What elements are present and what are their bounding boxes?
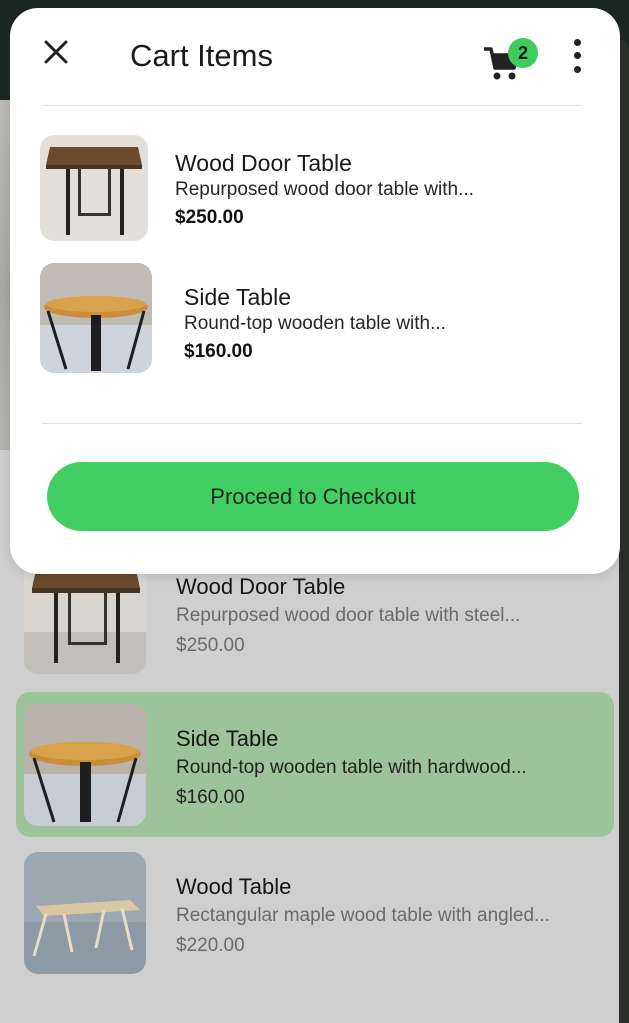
product-text: Wood Table Rectangular maple wood table … — [176, 873, 606, 961]
product-title: Wood Table — [176, 874, 292, 899]
more-vertical-icon — [573, 39, 581, 47]
product-row-wood-table[interactable]: Wood Table Rectangular maple wood table … — [16, 840, 614, 985]
product-text: Wood Door Table Repurposed wood door tab… — [176, 573, 606, 661]
product-row-side-table[interactable]: Side Table Round-top wooden table with h… — [16, 692, 614, 837]
product-title: Side Table — [176, 726, 279, 751]
cart-item-price: $250.00 — [175, 207, 244, 228]
cart-item-text: Side Table Round-top wooden table with..… — [184, 283, 584, 367]
dialog-title: Cart Items — [130, 38, 273, 73]
more-options-button[interactable] — [565, 36, 589, 76]
product-text: Side Table Round-top wooden table with h… — [176, 725, 606, 813]
proceed-to-checkout-button[interactable]: Proceed to Checkout — [47, 462, 579, 531]
divider — [42, 105, 582, 106]
more-vertical-icon-dot — [573, 52, 581, 60]
cart-item-thumbnail — [40, 135, 148, 241]
cart-item-title: Side Table — [184, 284, 291, 310]
product-title: Wood Door Table — [176, 574, 346, 599]
close-icon — [43, 39, 69, 70]
product-description: Round-top wooden table with hardwood... — [176, 757, 527, 778]
device-edge — [619, 40, 629, 1023]
product-price: $220.00 — [176, 935, 245, 956]
cart-count-badge: 2 — [508, 38, 538, 68]
cart-items-dialog: Cart Items 2 Wood Door Table Repurposed … — [10, 8, 620, 574]
cart-button[interactable]: 2 — [482, 34, 544, 86]
cart-item-description: Round-top wooden table with... — [184, 313, 446, 334]
product-price: $250.00 — [176, 635, 245, 656]
cart-item-thumbnail — [40, 263, 152, 373]
cart-item[interactable]: Wood Door Table Repurposed wood door tab… — [40, 135, 600, 245]
cart-item-description: Repurposed wood door table with... — [175, 179, 474, 200]
product-thumbnail — [24, 852, 146, 974]
product-description: Rectangular maple wood table with angled… — [176, 905, 550, 926]
close-button[interactable] — [38, 36, 74, 72]
more-vertical-icon-dot — [573, 65, 581, 73]
cart-item-text: Wood Door Table Repurposed wood door tab… — [175, 149, 575, 233]
product-thumbnail — [24, 704, 146, 826]
cart-item[interactable]: Side Table Round-top wooden table with..… — [40, 263, 600, 373]
divider — [42, 423, 582, 424]
cart-item-title: Wood Door Table — [175, 150, 352, 176]
cart-item-price: $160.00 — [184, 341, 253, 362]
product-price: $160.00 — [176, 787, 245, 808]
product-description: Repurposed wood door table with steel... — [176, 605, 521, 626]
